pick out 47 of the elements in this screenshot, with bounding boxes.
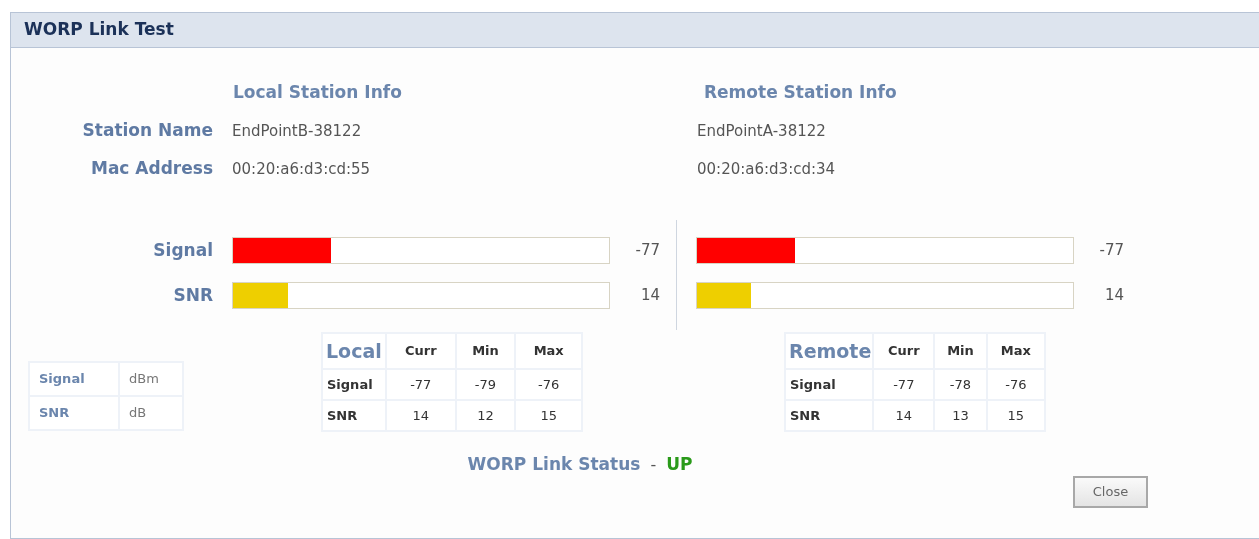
meter-reading: 14 — [1104, 286, 1124, 305]
dialog-title: WORP Link Test — [24, 18, 174, 42]
field-value: EndPointA-38122 — [697, 120, 826, 142]
meter-label: SNR — [173, 283, 213, 307]
legend-name: Signal — [29, 362, 119, 396]
column-header: Max — [515, 333, 582, 369]
column-header: Curr — [873, 333, 935, 369]
table-cell: -76 — [515, 369, 582, 400]
status-separator: - — [650, 454, 657, 476]
status-value: UP — [666, 453, 693, 476]
field-value: 00:20:a6:d3:cd:34 — [697, 158, 836, 180]
column-header: Curr — [386, 333, 456, 369]
table-cell: -76 — [986, 369, 1045, 400]
legend-name: SNR — [29, 396, 119, 430]
meter-label: Signal — [153, 238, 213, 262]
table-cell: 14 — [873, 400, 935, 431]
meter-reading: 14 — [640, 286, 660, 305]
table-cell: -78 — [934, 369, 987, 400]
column-heading: Local Station Info — [233, 81, 402, 105]
column-heading: Remote Station Info — [704, 81, 897, 105]
table-cell: 15 — [515, 400, 582, 431]
field-value: 00:20:a6:d3:cd:55 — [232, 158, 371, 180]
row-header: Signal — [785, 369, 874, 400]
table-cell: 14 — [386, 400, 456, 431]
table-cell: 15 — [986, 400, 1045, 431]
legend-unit: dBm — [119, 362, 183, 396]
table-cell: -79 — [455, 369, 516, 400]
close-button[interactable]: Close — [1073, 475, 1148, 508]
table-title: Remote — [785, 333, 874, 369]
meter-reading: -77 — [1099, 241, 1124, 260]
row-header: SNR — [322, 400, 386, 431]
status-label: WORP Link Status — [467, 453, 641, 476]
table-cell: 12 — [455, 400, 516, 431]
table-cell: 13 — [934, 400, 987, 431]
column-header: Min — [455, 333, 516, 369]
table-cell: -77 — [386, 369, 456, 400]
row-header: Signal — [322, 369, 386, 400]
legend-unit: dB — [119, 396, 183, 430]
table-title: Local — [322, 333, 386, 369]
field-label: Mac Address — [90, 157, 213, 181]
field-value: EndPointB-38122 — [232, 120, 362, 142]
table-cell: -77 — [873, 369, 935, 400]
column-header: Max — [986, 333, 1045, 369]
meter-reading: -77 — [635, 241, 660, 260]
field-label: Station Name — [82, 119, 213, 143]
row-header: SNR — [785, 400, 874, 431]
column-header: Min — [934, 333, 987, 369]
